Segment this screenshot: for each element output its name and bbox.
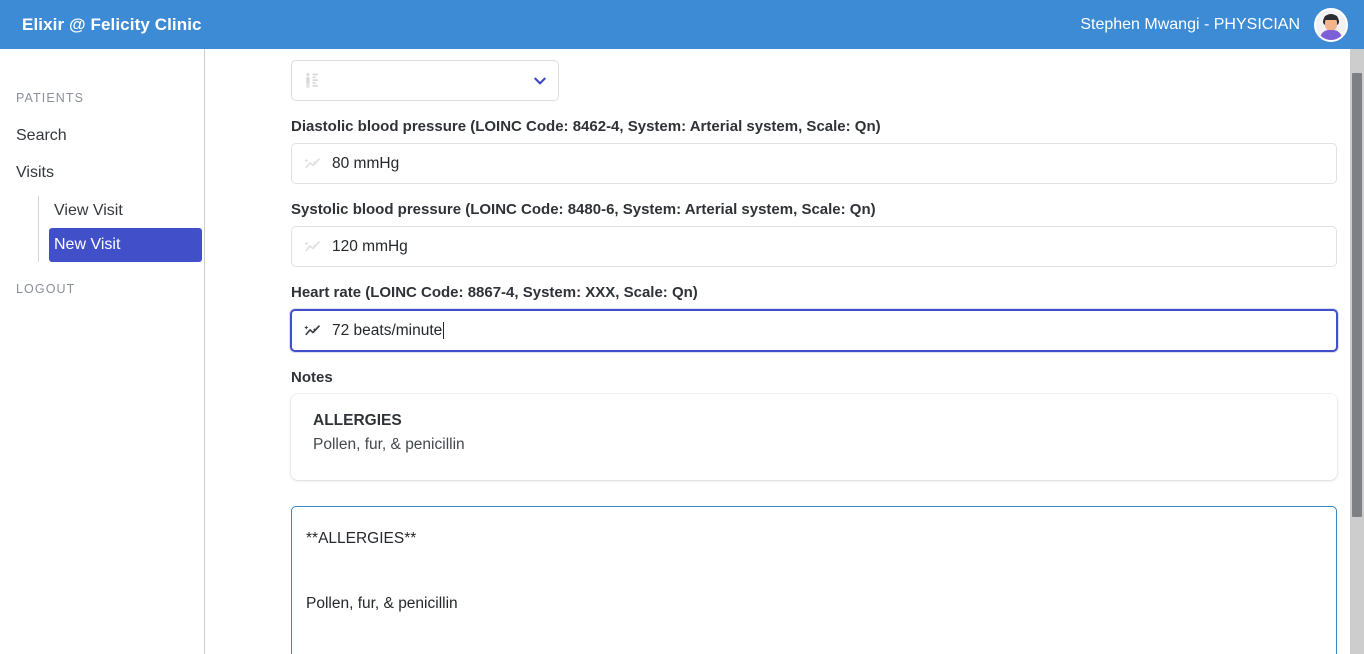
header-user-area: Stephen Mwangi - PHYSICIAN (1080, 7, 1348, 42)
chart-line-icon (304, 157, 320, 168)
sidebar-nav: PATIENTS Search Visits View Visit New Vi… (0, 49, 205, 654)
avatar-body-shape (1320, 29, 1342, 40)
chart-line-icon (304, 240, 320, 251)
current-user-label: Stephen Mwangi - PHYSICIAN (1080, 15, 1300, 33)
note-editor-textarea[interactable] (291, 506, 1337, 654)
chevron-down-icon[interactable] (532, 73, 548, 89)
field-label-heart-rate: Heart rate (LOINC Code: 8867-4, System: … (291, 284, 698, 301)
avatar-fringe-shape (1324, 14, 1338, 20)
sidebar-section-patients: PATIENTS (16, 91, 85, 105)
main-content-area: Diastolic blood pressure (LOINC Code: 84… (206, 49, 1350, 654)
note-card-body: Pollen, fur, & penicillin (313, 436, 465, 453)
note-card-title: ALLERGIES (313, 412, 402, 429)
text-caret (443, 322, 445, 339)
sidebar-item-view-visit[interactable]: View Visit (39, 196, 204, 226)
note-card[interactable]: ALLERGIES Pollen, fur, & penicillin (291, 394, 1337, 480)
sidebar-item-search[interactable]: Search (0, 121, 204, 151)
field-value-diastolic: 80 mmHg (332, 154, 400, 172)
measurement-select-wrapper (291, 60, 559, 101)
chart-line-icon (304, 324, 320, 335)
field-label-diastolic: Diastolic blood pressure (LOINC Code: 84… (291, 118, 881, 135)
field-label-systolic: Systolic blood pressure (LOINC Code: 848… (291, 201, 876, 218)
field-input-systolic[interactable]: 120 mmHg (291, 226, 1337, 267)
page-scrollbar-thumb[interactable] (1352, 73, 1362, 517)
sidebar-visits-subgroup: View Visit New Visit (38, 196, 204, 262)
field-value-systolic: 120 mmHg (332, 237, 408, 255)
sidebar-item-new-visit[interactable]: New Visit (49, 228, 202, 262)
measurement-type-select[interactable] (291, 60, 559, 101)
height-measure-icon (306, 72, 318, 88)
notes-section-label: Notes (291, 369, 333, 386)
user-avatar-icon[interactable] (1314, 7, 1348, 42)
page-scrollbar-track[interactable] (1350, 49, 1364, 654)
sidebar-logout[interactable]: LOGOUT (0, 282, 204, 296)
app-header: Elixir @ Felicity Clinic Stephen Mwangi … (0, 0, 1364, 49)
field-value-heart-rate: 72 beats/minute (332, 321, 443, 339)
app-brand-title: Elixir @ Felicity Clinic (22, 14, 202, 34)
field-input-heart-rate[interactable]: 72 beats/minute (290, 309, 1338, 352)
sidebar-item-visits[interactable]: Visits (0, 158, 204, 188)
field-input-diastolic[interactable]: 80 mmHg (291, 143, 1337, 184)
new-visit-form: Diastolic blood pressure (LOINC Code: 84… (206, 49, 1350, 654)
